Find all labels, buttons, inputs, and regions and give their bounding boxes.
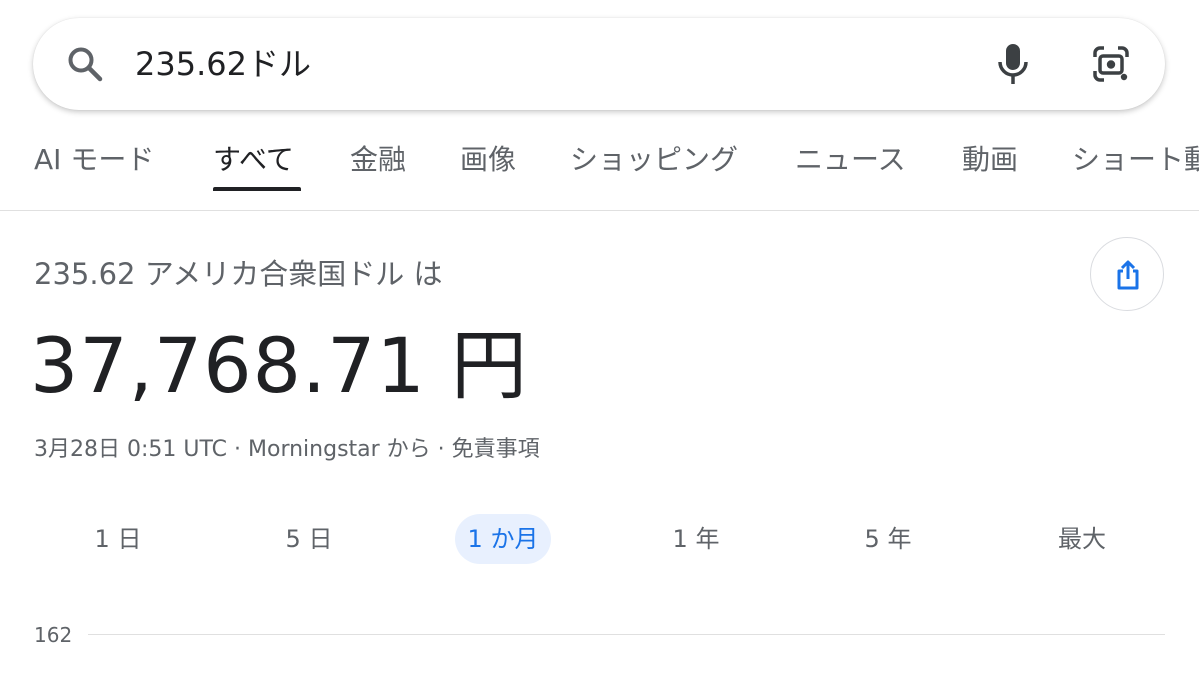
share-icon xyxy=(1117,260,1139,290)
search-icon[interactable] xyxy=(65,44,105,84)
tab-shopping[interactable]: ショッピング xyxy=(570,140,738,180)
conversion-question: 235.62 アメリカ合衆国ドル は xyxy=(34,257,443,291)
timestamp: 3月28日 0:51 UTC xyxy=(34,437,227,462)
search-bar[interactable]: 235.62ドル xyxy=(33,18,1165,110)
range-max[interactable]: 最大 xyxy=(1046,514,1118,564)
meta-separator: · xyxy=(234,437,241,462)
range-1-month[interactable]: 1 か月 xyxy=(455,514,551,564)
active-tab-indicator xyxy=(213,187,301,191)
result-meta: 3月28日 0:51 UTC · Morningstar から · 免責事項 xyxy=(34,432,540,468)
lens-icon[interactable] xyxy=(1091,44,1131,84)
tab-finance[interactable]: 金融 xyxy=(350,140,406,180)
tab-ai-mode[interactable]: AI モード xyxy=(34,140,154,180)
source-link[interactable]: Morningstar から xyxy=(248,437,431,462)
search-input[interactable]: 235.62ドル xyxy=(135,42,311,86)
chart-y-tick-label: 162 xyxy=(34,623,73,647)
tab-images[interactable]: 画像 xyxy=(460,140,516,180)
tab-videos[interactable]: 動画 xyxy=(962,140,1018,180)
conversion-result: 37,768.71 円 xyxy=(30,321,528,410)
chart-gridline xyxy=(88,634,1165,635)
disclaimer-link[interactable]: 免責事項 xyxy=(452,437,540,462)
range-1-year[interactable]: 1 年 xyxy=(660,514,732,564)
search-tabs: AI モード すべて 金融 画像 ショッピング ニュース 動画 ショート動 xyxy=(0,128,1199,211)
range-1-day[interactable]: 1 日 xyxy=(82,514,154,564)
tab-all[interactable]: すべて xyxy=(213,140,294,180)
meta-separator: · xyxy=(437,437,445,462)
mic-icon[interactable] xyxy=(995,40,1031,88)
range-5-year[interactable]: 5 年 xyxy=(852,514,924,564)
tab-short-videos[interactable]: ショート動 xyxy=(1072,140,1199,180)
tab-news[interactable]: ニュース xyxy=(795,140,906,180)
share-button[interactable] xyxy=(1090,237,1164,311)
range-5-day[interactable]: 5 日 xyxy=(273,514,345,564)
